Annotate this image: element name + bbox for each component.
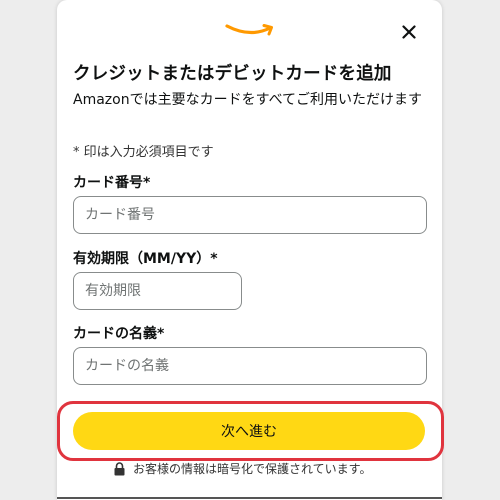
add-card-sheet: クレジットまたはデビットカードを追加 Amazonでは主要なカードをすべてご利用…	[57, 0, 444, 500]
card-name-input[interactable]	[73, 347, 427, 385]
required-note: * 印は入力必須項目です	[73, 145, 214, 160]
close-button[interactable]	[397, 20, 421, 44]
expiry-label: 有効期限（MM/YY）*	[73, 251, 218, 267]
card-number-input[interactable]	[73, 196, 427, 234]
card-number-label: カード番号*	[73, 175, 151, 191]
bottom-divider	[57, 497, 442, 499]
page-subtitle: Amazonでは主要なカードをすべてご利用いただけます	[73, 92, 423, 108]
close-icon	[402, 25, 416, 39]
secure-note: お客様の情報は暗号化で保護されています。	[114, 460, 371, 477]
secure-note-text: お客様の情報は暗号化で保護されています。	[133, 462, 372, 476]
lock-icon	[114, 461, 125, 475]
expiry-input[interactable]	[73, 272, 242, 310]
page-title: クレジットまたはデビットカードを追加	[73, 64, 392, 84]
card-name-label: カードの名義*	[73, 326, 165, 342]
amazon-smile-icon	[225, 24, 273, 36]
next-button[interactable]: 次へ進む	[73, 412, 425, 450]
